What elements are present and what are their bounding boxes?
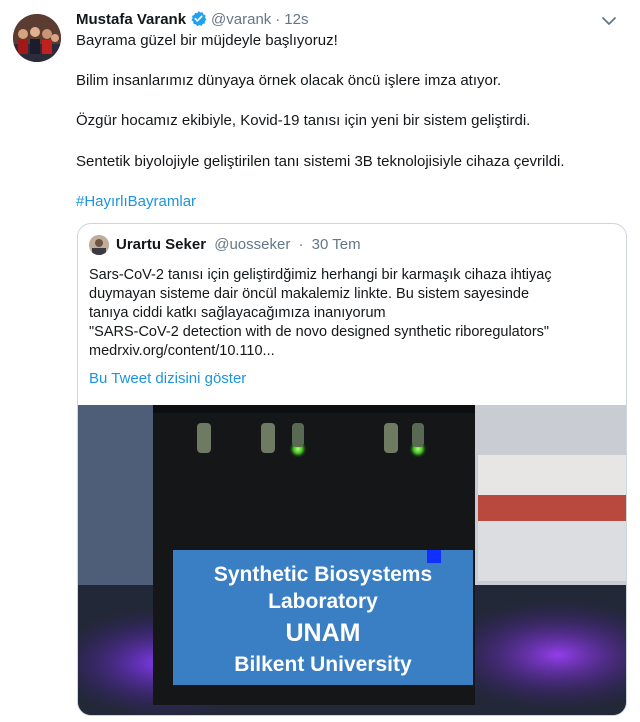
author-avatar[interactable] (13, 14, 61, 62)
show-thread-link[interactable]: Bu Tweet dizisini göster (89, 370, 246, 387)
verified-badge-icon (190, 10, 207, 31)
tweet-text-line: Bayrama güzel bir müjdeyle başlıyoruz! (76, 32, 338, 49)
tweet-text-line: Bilim insanlarımız dünyaya örnek olacak … (76, 72, 502, 89)
quoted-tweet-date[interactable]: 30 Tem (312, 236, 361, 253)
tweet-text-line: Sentetik biyolojiyle geliştirilen tanı s… (76, 153, 565, 170)
author-name[interactable]: Mustafa Varank (76, 11, 186, 28)
author-handle[interactable]: @varank (211, 11, 271, 28)
tweet-header: Mustafa Varank @varank · 12s (76, 10, 624, 32)
tweet-time[interactable]: 12s (284, 11, 308, 28)
quoted-tweet-photo[interactable]: Synthetic Biosystems Laboratory UNAM Bil… (78, 405, 626, 715)
photo-label-line: Laboratory (268, 590, 378, 613)
photo-label-line: Synthetic Biosystems (214, 563, 432, 586)
photo-label-line: Bilkent University (234, 653, 412, 676)
quoted-author-handle[interactable]: @uosseker (214, 236, 290, 253)
hashtag-link[interactable]: #HayırlıBayramlar (76, 192, 196, 212)
quoted-tweet-card[interactable]: Urartu Seker @uosseker · 30 Tem Sars-CoV… (77, 223, 627, 716)
photo-label-line: UNAM (286, 619, 361, 647)
quoted-author-avatar[interactable] (89, 235, 109, 255)
chevron-down-icon[interactable] (598, 10, 620, 32)
quoted-author-name[interactable]: Urartu Seker (116, 236, 206, 253)
tweet-text-line: Özgür hocamız ekibiyle, Kovid-19 tanısı … (76, 112, 531, 129)
quoted-tweet-header: Urartu Seker @uosseker · 30 Tem (116, 236, 361, 253)
separator-dot: · (294, 236, 308, 253)
separator-dot: · (275, 11, 281, 28)
quoted-tweet-text: Sars-CoV-2 tanısı için geliştirdğimiz he… (89, 267, 552, 359)
